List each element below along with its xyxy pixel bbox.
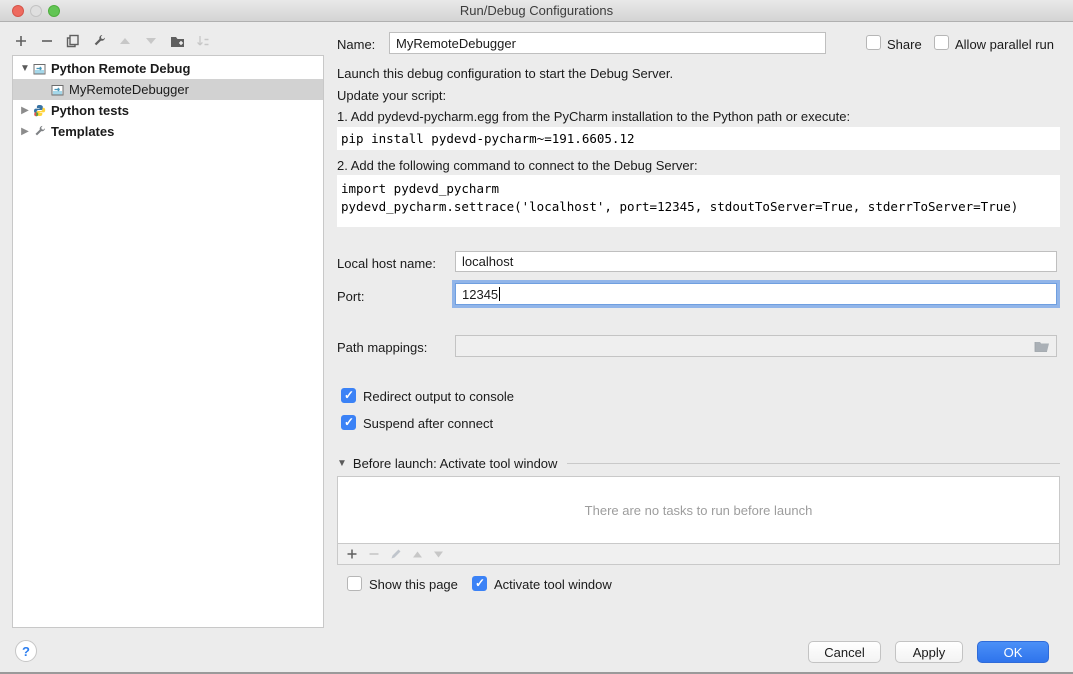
share-checkbox[interactable] — [866, 35, 881, 50]
cancel-button[interactable]: Cancel — [808, 641, 881, 663]
move-task-up-button — [412, 550, 423, 559]
tree-item-label: MyRemoteDebugger — [69, 82, 189, 97]
copy-icon — [66, 34, 80, 48]
copy-configuration-button[interactable] — [64, 32, 82, 50]
move-task-down-button — [433, 550, 444, 559]
activate-tool-window-checkbox[interactable] — [472, 576, 487, 591]
sort-configurations-button — [194, 32, 212, 50]
tree-item-label: Templates — [51, 124, 114, 139]
plus-icon — [14, 34, 28, 48]
local-host-label: Local host name: — [337, 256, 436, 271]
suspend-after-connect-checkbox[interactable] — [341, 415, 356, 430]
redirect-output-label[interactable]: Redirect output to console — [363, 389, 514, 404]
configurations-tree: ▼ Python Remote Debug MyRemoteDebugger ▶… — [12, 55, 324, 628]
wrench-icon — [31, 125, 47, 139]
show-this-page-label[interactable]: Show this page — [369, 577, 458, 592]
remove-configuration-button[interactable] — [38, 32, 56, 50]
section-divider — [567, 463, 1060, 464]
tree-item-myremotedebugger[interactable]: MyRemoteDebugger — [13, 79, 323, 100]
name-label: Name: — [337, 37, 375, 52]
intro-text: Launch this debug configuration to start… — [337, 66, 673, 81]
ok-button[interactable]: OK — [977, 641, 1049, 663]
chevron-right-icon[interactable]: ▶ — [19, 126, 31, 137]
port-value: 12345 — [462, 287, 498, 302]
path-mappings-input[interactable] — [455, 335, 1057, 357]
tree-item-python-tests[interactable]: ▶ Python tests — [13, 100, 323, 121]
chevron-right-icon[interactable]: ▶ — [19, 105, 31, 116]
share-label[interactable]: Share — [887, 37, 922, 52]
remote-debug-config-icon — [49, 83, 65, 97]
triangle-down-icon — [145, 36, 157, 46]
allow-parallel-run-label[interactable]: Allow parallel run — [955, 37, 1054, 52]
redirect-output-checkbox[interactable] — [341, 388, 356, 403]
update-script-text: Update your script: — [337, 88, 446, 103]
apply-button-label: Apply — [913, 645, 946, 660]
before-launch-title: Before launch: Activate tool window — [353, 456, 558, 471]
window-title: Run/Debug Configurations — [0, 3, 1073, 18]
name-value: MyRemoteDebugger — [396, 36, 516, 51]
folder-plus-icon — [170, 35, 185, 48]
port-label: Port: — [337, 289, 364, 304]
task-toolbar — [337, 544, 1060, 565]
settrace-line: pydevd_pycharm.settrace('localhost', por… — [341, 198, 1060, 216]
tree-item-templates[interactable]: ▶ Templates — [13, 121, 323, 142]
local-host-input[interactable]: localhost — [455, 251, 1057, 272]
title-bar: Run/Debug Configurations — [0, 0, 1073, 22]
move-down-button — [142, 32, 160, 50]
run-debug-configurations-dialog: Run/Debug Configurations ▼ — [0, 0, 1073, 674]
activate-tool-window-label[interactable]: Activate tool window — [494, 577, 612, 592]
settrace-code-block[interactable]: import pydevd_pycharm pydevd_pycharm.set… — [337, 175, 1060, 227]
new-folder-button[interactable] — [168, 32, 186, 50]
text-caret — [499, 287, 500, 301]
move-up-button — [116, 32, 134, 50]
empty-tasks-text: There are no tasks to run before launch — [585, 503, 813, 518]
remote-debug-config-icon — [31, 62, 47, 76]
edit-defaults-button[interactable] — [90, 32, 108, 50]
ok-button-label: OK — [1004, 645, 1023, 660]
allow-parallel-run-checkbox[interactable] — [934, 35, 949, 50]
import-line: import pydevd_pycharm — [341, 180, 1060, 198]
chevron-down-icon[interactable]: ▼ — [19, 63, 31, 74]
pip-install-command: pip install pydevd-pycharm~=191.6605.12 — [341, 131, 635, 146]
help-button[interactable]: ? — [15, 640, 37, 662]
before-launch-section-header[interactable]: ▼ Before launch: Activate tool window — [337, 456, 1060, 471]
edit-task-pencil-icon — [390, 548, 402, 560]
minus-icon — [40, 34, 54, 48]
chevron-down-icon[interactable]: ▼ — [337, 458, 347, 469]
tree-item-label: Python Remote Debug — [51, 61, 190, 76]
path-mappings-label: Path mappings: — [337, 340, 427, 355]
add-configuration-button[interactable] — [12, 32, 30, 50]
configurations-toolbar — [12, 30, 212, 52]
question-mark-icon: ? — [22, 644, 30, 659]
show-this-page-checkbox[interactable] — [347, 576, 362, 591]
open-folder-icon[interactable] — [1034, 340, 1050, 352]
add-task-button[interactable] — [346, 548, 358, 560]
triangle-up-icon — [119, 36, 131, 46]
local-host-value: localhost — [462, 254, 513, 269]
suspend-after-connect-label[interactable]: Suspend after connect — [363, 416, 493, 431]
sort-az-icon — [196, 35, 210, 48]
apply-button[interactable]: Apply — [895, 641, 963, 663]
before-launch-task-list[interactable]: There are no tasks to run before launch — [337, 476, 1060, 544]
port-input[interactable]: 12345 — [455, 283, 1057, 305]
name-input[interactable]: MyRemoteDebugger — [389, 32, 826, 54]
step1-text: 1. Add pydevd-pycharm.egg from the PyCha… — [337, 109, 850, 124]
tree-item-label: Python tests — [51, 103, 129, 118]
python-tests-icon — [31, 104, 47, 118]
cancel-button-label: Cancel — [824, 645, 864, 660]
wrench-icon — [92, 34, 106, 48]
tree-item-python-remote-debug[interactable]: ▼ Python Remote Debug — [13, 58, 323, 79]
step2-text: 2. Add the following command to connect … — [337, 158, 698, 173]
remove-task-button — [368, 548, 380, 560]
pip-install-code-block[interactable]: pip install pydevd-pycharm~=191.6605.12 — [337, 127, 1060, 150]
